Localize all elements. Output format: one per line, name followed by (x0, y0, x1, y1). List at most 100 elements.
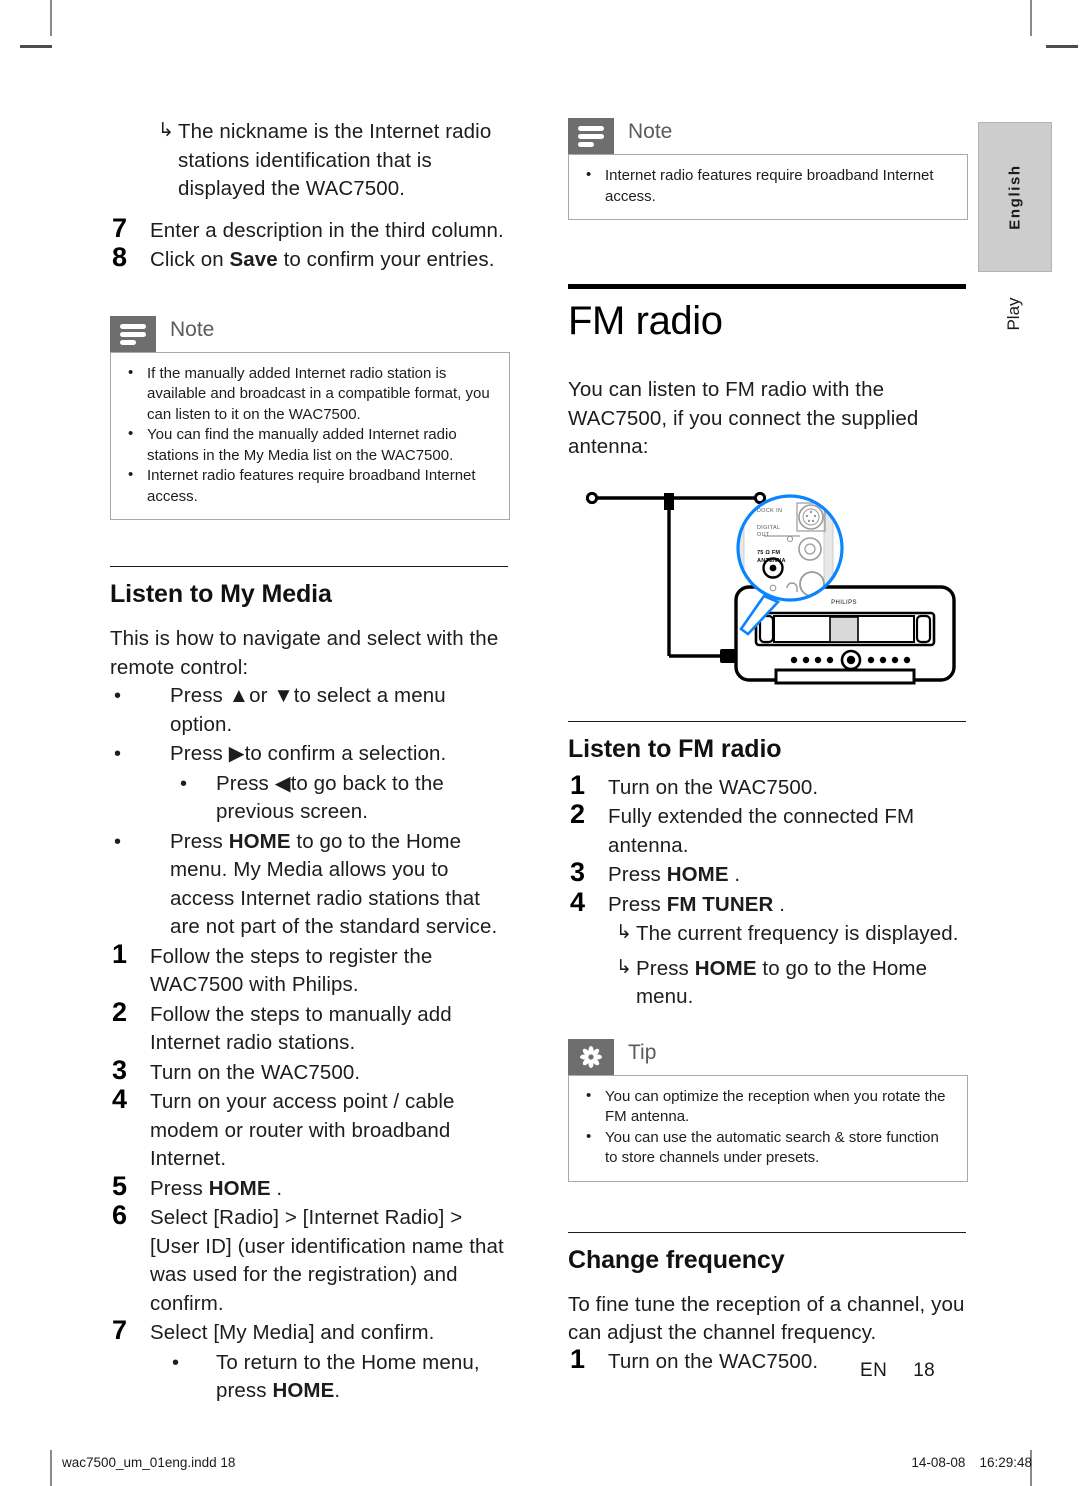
step-number: 1 (112, 938, 128, 969)
intro-arrow-note: ↳ The nickname is the Internet radio sta… (110, 118, 510, 204)
step-text: Follow the steps to manually add Interne… (150, 1002, 452, 1055)
step-7-left: 7 Enter a description in the third colum… (110, 213, 510, 246)
home-keyword: HOME (272, 1379, 335, 1402)
fm-antenna-connection-diagram: PHILIPS DOCK IN DIGITAL OUT 75 Ω FM ANTE… (568, 484, 968, 699)
right-arrow-icon: ▶ (228, 742, 245, 765)
page-folio: EN 18 (860, 1360, 935, 1382)
bullet-text-before: Press (170, 742, 229, 765)
bullet-text-before: Press (216, 771, 275, 795)
step-text-before: Press (608, 863, 667, 886)
note-icon-bars (578, 126, 604, 150)
note-icon-bars (120, 323, 146, 348)
bullet-dot-icon: • (114, 685, 122, 707)
note-list-item: • You can find the manually added Interne… (125, 425, 495, 466)
diagram-svg: PHILIPS DOCK IN DIGITAL OUT 75 Ω FM ANTE… (585, 491, 956, 684)
crop-mark-top-right-vertical (1030, 0, 1032, 36)
step-text: Press HOME . (608, 861, 968, 890)
bullet-text-before: Press (170, 684, 229, 707)
device-brand-label: PHILIPS (831, 600, 857, 606)
fm-result-arrow-2: ↳ Press HOME to go to the Home menu. (568, 955, 968, 1012)
note-list-item: • If the manually added Internet radio st… (125, 364, 495, 426)
bullet-dot-icon: • (180, 772, 188, 795)
imprint-timestamp: 14-08-08 16:29:48 (911, 1455, 1032, 1470)
chapter-rule (568, 284, 966, 289)
step-number: 1 (570, 1343, 586, 1374)
note-callout-header: Note (110, 315, 510, 352)
antenna-end-left (585, 491, 599, 504)
language-side-tab-label: English (1006, 164, 1024, 230)
step-text: Press FM TUNER . (608, 891, 968, 920)
chapter-title-fm-radio: FM radio (568, 299, 723, 343)
antenna-center-node (664, 492, 674, 510)
note-callout-body: • Internet radio features require broadba… (568, 154, 968, 220)
section-heading-listen-my-media: Listen to My Media (110, 580, 332, 608)
bullet-text-mid: or (249, 684, 274, 707)
bullet-dot-icon: • (128, 425, 134, 442)
step-text: Select [Radio] > [Internet Radio] > [Use… (150, 1206, 504, 1315)
tip-list-item: • You can optimize the reception when you… (583, 1087, 953, 1128)
bullet-text-before: To return to the Home menu, press (216, 1350, 480, 1403)
crop-mark-bottom-left-vertical (50, 1450, 52, 1486)
fm-step-2: 2 Fully extended the connected FM antenn… (568, 799, 968, 860)
home-keyword: HOME (666, 863, 729, 886)
home-keyword: HOME (208, 1176, 271, 1200)
step-number: 1 (570, 769, 586, 800)
section-heading-listen-fm-radio: Listen to FM radio (568, 734, 782, 763)
bullet-dot-icon: • (586, 1086, 592, 1104)
left-arrow-icon: ◀ (274, 771, 291, 795)
step-text: Click on Save to confirm your entries. (150, 246, 510, 275)
note-list-item: • Internet radio features require broadba… (125, 466, 495, 507)
fm-step-1: 1 Turn on the WAC7500. (568, 770, 968, 803)
step-text-before: Click on (150, 248, 230, 271)
callout-label-antenna: ANTENNA (757, 558, 786, 564)
folio-language-code: EN (860, 1360, 888, 1381)
manual-page: ↳ The nickname is the Internet radio sta… (0, 0, 1080, 1486)
tip-list-item: • You can use the automatic search & stor… (583, 1128, 953, 1169)
step-text: Fully extended the connected FM antenna. (608, 805, 915, 857)
step-number: 3 (570, 857, 586, 887)
my-media-step-1: 1 Follow the steps to register the WAC75… (110, 939, 510, 1000)
crop-mark-top-left-vertical (50, 0, 52, 36)
step-text: Select [My Media] and confirm. (150, 1321, 435, 1344)
step-number: 7 (112, 1315, 128, 1345)
step-number: 5 (112, 1170, 128, 1201)
note-callout-right: Note • Internet radio features require br… (568, 118, 968, 220)
step-number: 8 (112, 242, 128, 272)
imprint-date: 14-08-08 (911, 1455, 966, 1470)
step-number: 4 (570, 886, 586, 917)
note-callout-label: Note (170, 317, 215, 341)
crop-mark-top-right-horizontal (1046, 45, 1078, 48)
arrow-text: The current frequency is displayed. (636, 922, 959, 945)
my-media-bullet-2: • Press ▶to confirm a selection. (110, 740, 510, 769)
bullet-text-after: to confirm a selection. (244, 742, 447, 765)
step-number: 2 (570, 799, 586, 829)
step-text-after: . (728, 863, 741, 886)
arrow-glyph-icon: ↳ (616, 922, 633, 943)
callout-label-dock-in: DOCK IN (757, 508, 782, 514)
bullet-dot-icon: • (586, 1127, 592, 1145)
my-media-home-bullet: • Press HOME to go to the Home menu. My … (110, 828, 510, 942)
section-rule (110, 566, 508, 567)
tip-callout: Tip • You can optimize the reception when… (568, 1038, 968, 1182)
section-rule (568, 720, 966, 722)
step-text: Turn on the WAC7500. (150, 1060, 361, 1084)
antenna-end-right (753, 491, 767, 504)
arrow-glyph-icon: ↳ (616, 956, 633, 978)
step-number: 4 (112, 1084, 128, 1114)
fm-step-4: 4 Press FM TUNER . (568, 887, 968, 920)
my-media-intro: This is how to navigate and select with … (110, 627, 499, 679)
step-text-before: Press (608, 892, 667, 916)
fm-result-arrow-1: ↳ The current frequency is displayed. (568, 920, 968, 949)
home-keyword: HOME (694, 956, 757, 980)
step-text-after: . (773, 892, 786, 916)
arrow-text-before: Press (636, 956, 695, 980)
tip-callout-header: Tip (568, 1038, 968, 1075)
my-media-step-3: 3 Turn on the WAC7500. (110, 1055, 510, 1088)
bullet-text: Press HOME to go to the Home menu. My Me… (170, 830, 497, 939)
step-number: 3 (112, 1054, 128, 1085)
note-item-list: • If the manually added Internet radio st… (125, 364, 495, 508)
step-number: 6 (112, 1200, 128, 1230)
note-item-list: • Internet radio features require broadba… (583, 166, 953, 207)
left-column: ↳ The nickname is the Internet radio sta… (110, 118, 510, 1407)
bullet-dot-icon: • (114, 830, 122, 853)
